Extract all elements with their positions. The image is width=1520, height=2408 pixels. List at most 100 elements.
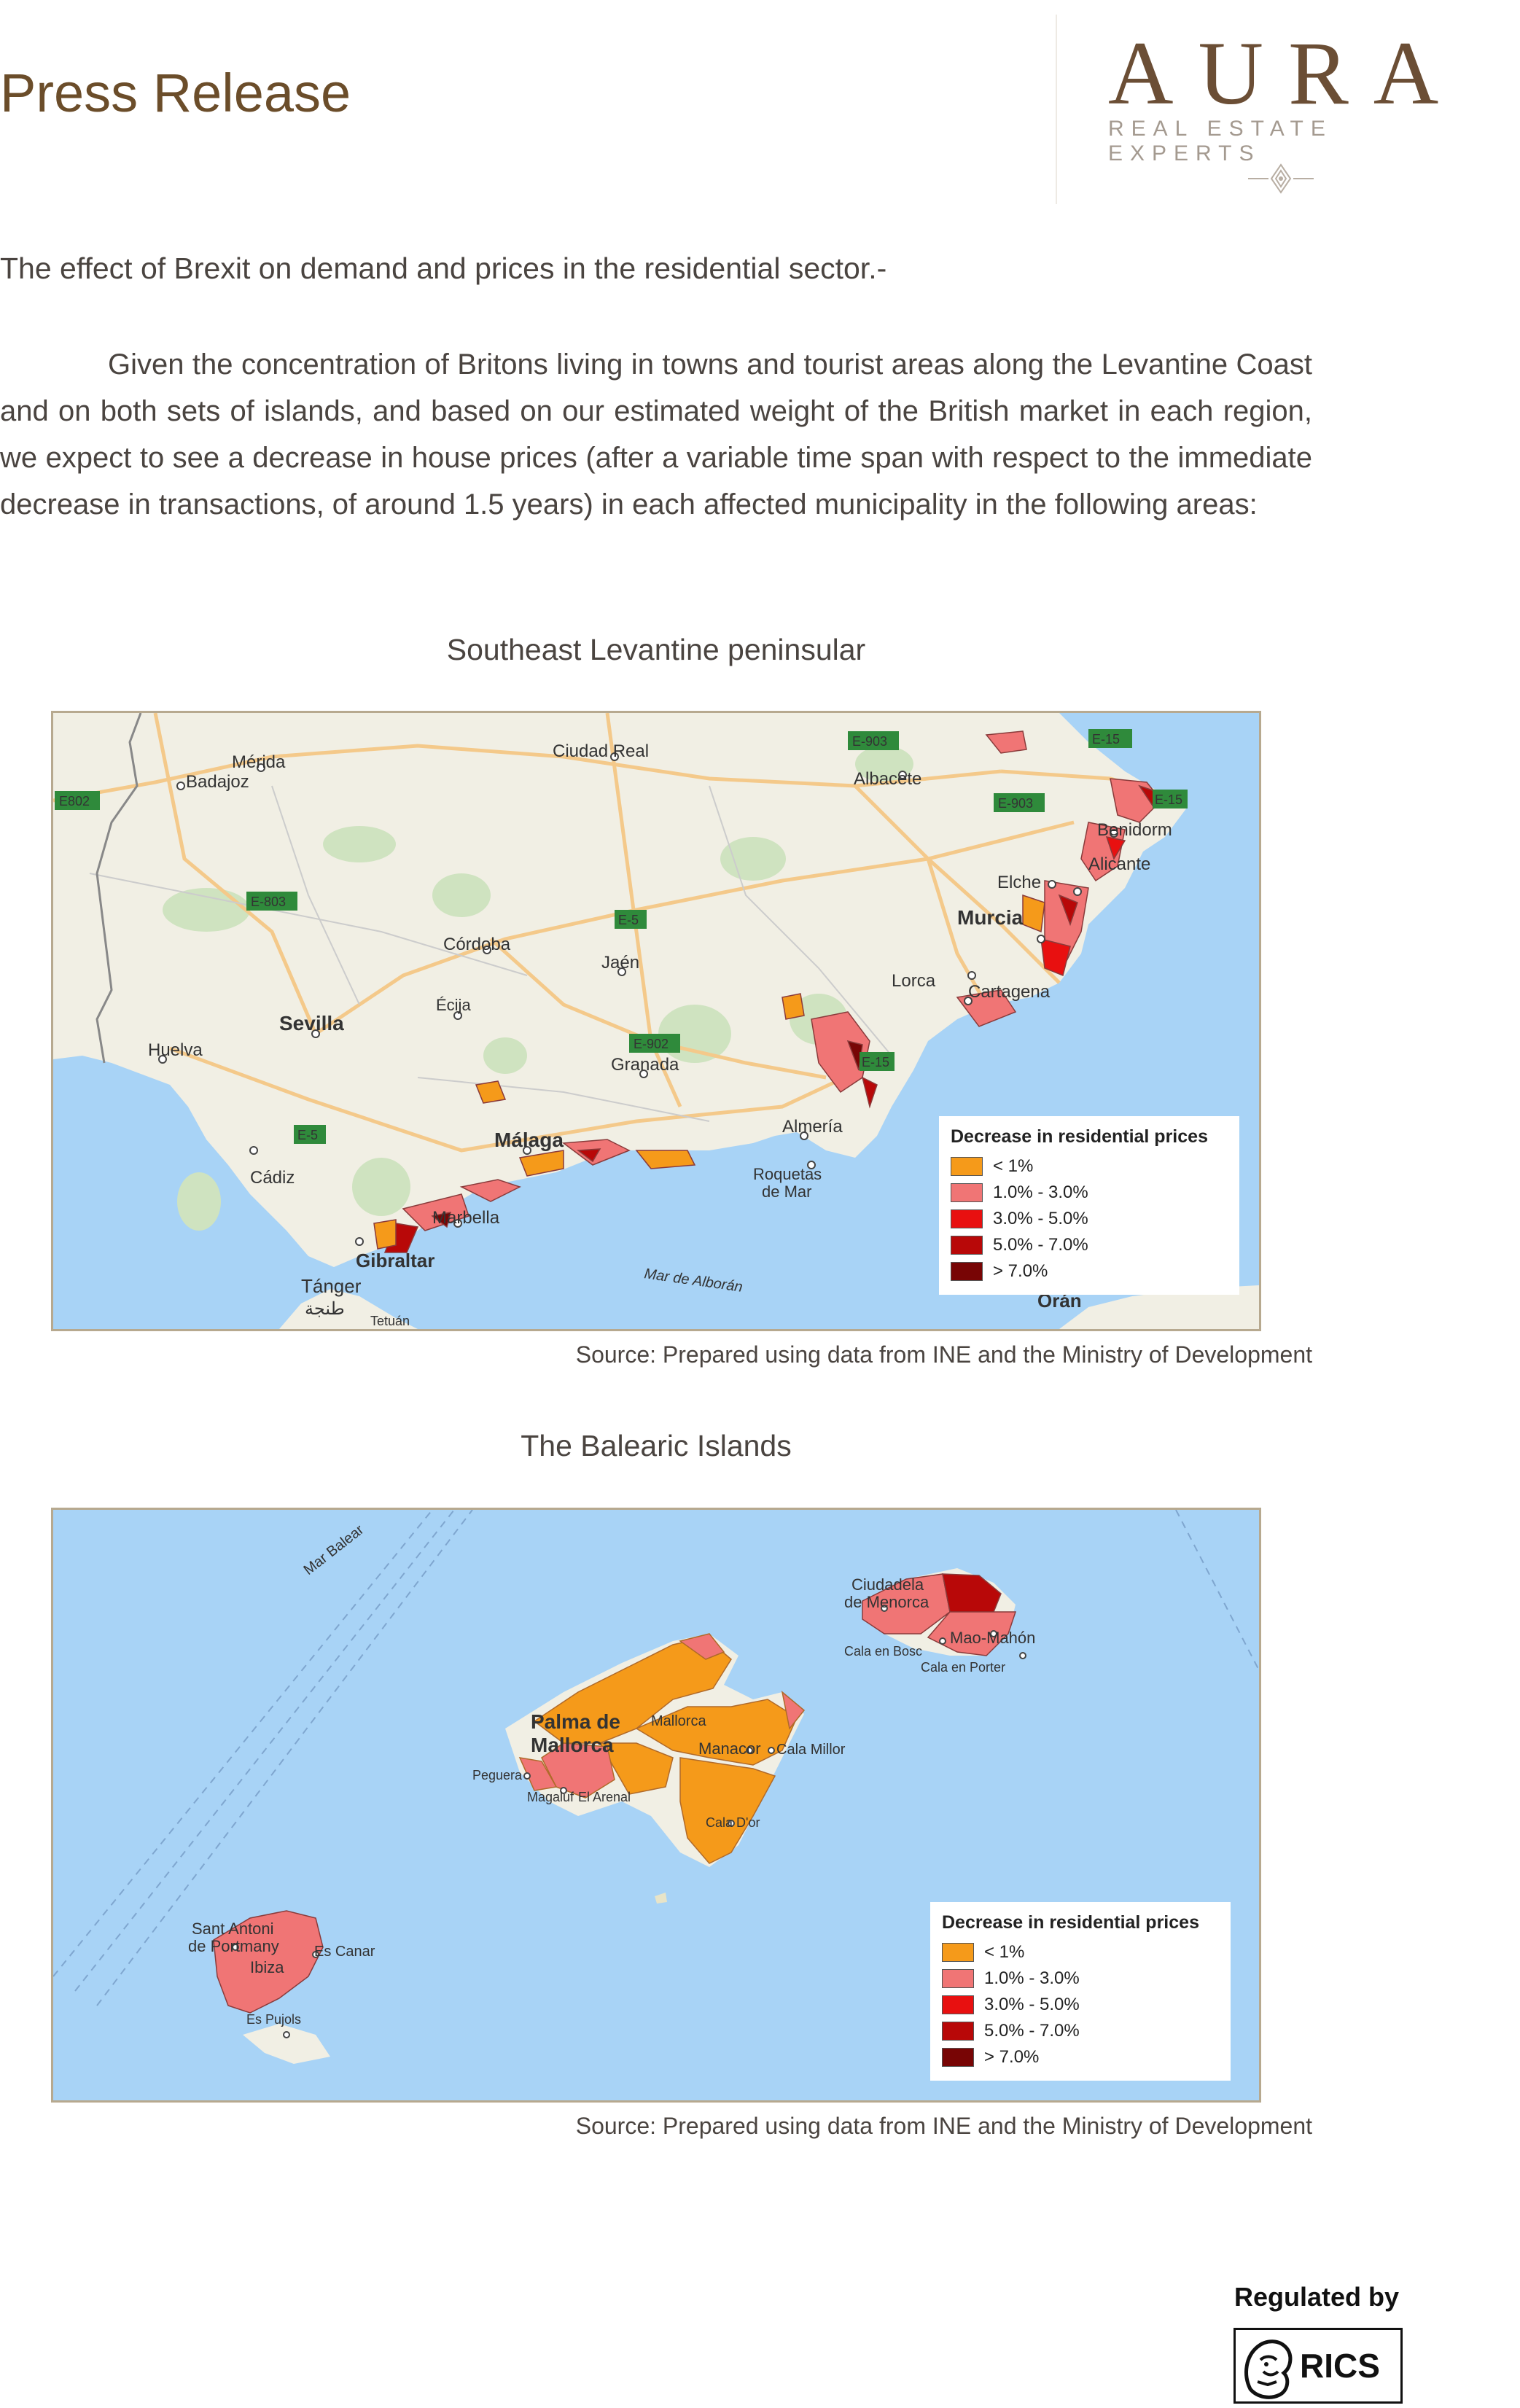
map-source-balearic: Source: Prepared using data from INE and…	[575, 2113, 1312, 2139]
label-de-mar: de Mar	[762, 1182, 811, 1201]
map-legend-levantine: Decrease in residential prices < 1% 1.0%…	[939, 1116, 1239, 1295]
label-ecija: Écija	[436, 996, 471, 1014]
legend-item: < 1%	[951, 1153, 1228, 1180]
legend-swatch	[951, 1236, 983, 1255]
road-e902: E-902	[634, 1037, 669, 1051]
legend-label: 5.0% - 7.0%	[984, 2021, 1080, 2041]
lion-icon	[1244, 2339, 1293, 2399]
label-palma-mallorca: Mallorca	[531, 1734, 614, 1756]
legend-title: Decrease in residential prices	[951, 1126, 1208, 1147]
label-cala-millor: Cala Millor	[776, 1742, 846, 1758]
map-legend-balearic: Decrease in residential prices < 1% 1.0%…	[930, 1902, 1231, 2081]
label-benidorm: Benidorm	[1097, 820, 1172, 840]
legend-label: 3.0% - 5.0%	[984, 1995, 1080, 2014]
label-tetuan: Tetuán	[370, 1314, 410, 1328]
map-source-levantine: Source: Prepared using data from INE and…	[575, 1341, 1312, 1368]
map-balearic[interactable]: Mar Balear Ciudadela de Menorca Mao-Mahó…	[51, 1508, 1261, 2103]
road-e15a: E-15	[1092, 732, 1120, 747]
label-gibraltar: Gibraltar	[356, 1250, 434, 1271]
road-e903a: E-903	[852, 734, 887, 749]
legend-swatch	[942, 1943, 974, 1962]
road-e5b: E-5	[297, 1128, 318, 1142]
map-levantine[interactable]: E802 E-803 E-903 E-903 E-15 E-15 E-15 E-…	[51, 711, 1261, 1331]
label-sant-antoni: Sant Antoni	[192, 1920, 274, 1938]
label-mallorca: Mallorca	[651, 1713, 706, 1729]
label-jaen: Jaén	[601, 953, 639, 973]
label-merida: Mérida	[232, 752, 286, 772]
logo-tagline: REAL ESTATE EXPERTS	[1108, 117, 1333, 165]
legend-item: 3.0% - 5.0%	[942, 1992, 1219, 2018]
legend-swatch	[951, 1209, 983, 1228]
label-manacor: Manacor	[698, 1739, 761, 1758]
road-e803: E-803	[251, 895, 286, 909]
label-cala-en-porter: Cala en Porter	[921, 1660, 1005, 1675]
label-de-portmany: de Portmany	[188, 1937, 279, 1955]
label-roquetas: Roquetas	[753, 1165, 822, 1183]
road-e5a: E-5	[618, 913, 639, 927]
legend-swatch	[942, 1969, 974, 1988]
map-caption-levantine: Southeast Levantine peninsular	[446, 633, 866, 666]
legend-item: 5.0% - 7.0%	[942, 2018, 1219, 2044]
label-ciudad-real: Ciudad Real	[553, 741, 649, 761]
label-peguera: Peguera	[472, 1768, 523, 1782]
legend-swatch	[942, 2022, 974, 2041]
aura-logo: AURA REAL ESTATE EXPERTS	[1056, 15, 1487, 204]
legend-label: 3.0% - 5.0%	[993, 1209, 1088, 1228]
sea-route-east	[1175, 1510, 1259, 1671]
road-e15b: E-15	[1155, 792, 1182, 807]
ornament-icon	[1248, 163, 1314, 194]
label-ibiza: Ibiza	[250, 1958, 284, 1976]
logo-wordmark: AURA	[1108, 23, 1464, 123]
label-magaluf: Magaluf	[527, 1790, 574, 1804]
map-caption-balearic: The Balearic Islands	[521, 1429, 792, 1462]
legend-swatch	[942, 1995, 974, 2014]
legend-label: 5.0% - 7.0%	[993, 1235, 1088, 1255]
label-tanger-arabic: طنجة	[305, 1299, 345, 1319]
legend-title: Decrease in residential prices	[942, 1912, 1199, 1933]
label-cadiz: Cádiz	[250, 1168, 295, 1188]
label-tanger: Tánger	[301, 1275, 362, 1297]
legend-swatch	[942, 2048, 974, 2067]
island-formentera	[243, 2024, 330, 2064]
label-murcia: Murcia	[957, 906, 1024, 929]
label-cordoba: Córdoba	[443, 935, 511, 954]
page-title: Press Release	[0, 63, 351, 123]
legend-swatch	[951, 1183, 983, 1202]
regulated-by-label: Regulated by	[1234, 2282, 1400, 2312]
label-alicante: Alicante	[1088, 854, 1150, 874]
label-ciudadela: Ciudadela	[851, 1575, 924, 1594]
label-elche: Elche	[997, 873, 1041, 892]
label-el-arenal: El Arenal	[578, 1790, 631, 1804]
label-almeria: Almería	[782, 1117, 843, 1137]
label-cala-dor: Cala D'or	[706, 1815, 760, 1830]
label-albacete: Albacete	[854, 769, 921, 789]
legend-swatch	[951, 1262, 983, 1281]
label-mar-balear: Mar Balear	[301, 1521, 367, 1578]
legend-label: < 1%	[984, 1942, 1025, 1962]
legend-item: > 7.0%	[942, 2044, 1219, 2070]
legend-item: 5.0% - 7.0%	[951, 1232, 1228, 1258]
label-granada: Granada	[611, 1055, 679, 1075]
label-de-menorca: de Menorca	[844, 1593, 929, 1611]
legend-label: > 7.0%	[984, 2047, 1040, 2067]
label-cartagena: Cartagena	[968, 982, 1051, 1002]
label-huelva: Huelva	[148, 1040, 203, 1060]
label-cala-en-bosc: Cala en Bosc	[844, 1644, 922, 1659]
label-es-canar: Es Canar	[314, 1944, 375, 1960]
label-sevilla: Sevilla	[279, 1012, 344, 1034]
legend-item: 1.0% - 3.0%	[951, 1180, 1228, 1206]
legend-swatch	[951, 1157, 983, 1176]
article-heading: The effect of Brexit on demand and price…	[0, 252, 887, 285]
legend-label: 1.0% - 3.0%	[984, 1968, 1080, 1988]
label-palma-de: Palma de	[531, 1710, 620, 1733]
article-paragraph: Given the concentration of Britons livin…	[0, 348, 1312, 521]
label-malaga: Málaga	[494, 1129, 564, 1151]
rics-logo: RICS	[1233, 2328, 1403, 2404]
road-e903b: E-903	[998, 796, 1033, 811]
label-mao-mahon: Mao-Mahón	[950, 1629, 1035, 1647]
legend-item: > 7.0%	[951, 1258, 1228, 1285]
label-alboran: Mar de Alborán	[643, 1266, 744, 1295]
islet-cabrera	[655, 1893, 667, 1904]
legend-item: < 1%	[942, 1939, 1219, 1965]
legend-item: 3.0% - 5.0%	[951, 1206, 1228, 1232]
